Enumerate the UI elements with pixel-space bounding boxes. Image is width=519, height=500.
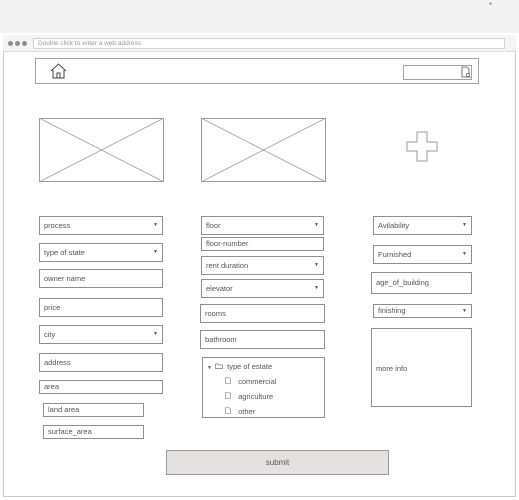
more-info-label: more info	[376, 364, 408, 373]
bathroom-input[interactable]: bathroom	[200, 330, 325, 349]
area-label: area	[44, 382, 60, 391]
rooms-label: rooms	[205, 309, 226, 318]
home-icon[interactable]	[49, 62, 68, 80]
elevator-select[interactable]: elevator ▼	[201, 279, 324, 298]
chevron-down-icon: ▼	[314, 222, 319, 228]
floor-label: floor	[206, 221, 221, 230]
window-dot-icon	[22, 41, 27, 46]
chevron-down-icon: ▼	[314, 285, 319, 291]
more-info-textarea[interactable]: more info	[371, 328, 472, 407]
furnished-label: Furnished	[378, 250, 412, 259]
availability-select[interactable]: Avilability ▼	[373, 216, 472, 235]
folder-icon	[215, 363, 223, 369]
top-right-mark: *	[489, 1, 493, 10]
availability-label: Avilability	[378, 221, 410, 230]
surface-area-label: surface_area	[48, 427, 92, 436]
process-select[interactable]: process ▼	[39, 216, 163, 235]
expand-chevron-icon[interactable]: ▼	[207, 365, 212, 371]
window-dot-icon	[8, 41, 13, 46]
tree-item-agriculture[interactable]: agriculture	[225, 392, 273, 401]
age-of-building-label: age_of_building	[376, 278, 429, 287]
tree-root-label: type of estate	[227, 362, 273, 371]
floor-select[interactable]: floor ▼	[201, 216, 324, 235]
chevron-down-icon: ▼	[314, 262, 319, 268]
land-area-label: land area	[48, 405, 80, 414]
rent-duration-label: rent duration	[206, 261, 249, 270]
rent-duration-select[interactable]: rent duration ▼	[201, 256, 324, 275]
price-label: price	[44, 303, 61, 312]
chevron-down-icon: ▼	[462, 251, 467, 257]
owner-name-input[interactable]: owner name	[39, 269, 163, 288]
submit-button[interactable]: submit	[166, 450, 389, 475]
window-top-bar	[0, 0, 519, 33]
city-label: city	[44, 330, 56, 339]
address-label: address	[44, 358, 71, 367]
chevron-down-icon: ▼	[153, 222, 158, 228]
tree-item-label: commercial	[238, 377, 277, 386]
floor-number-input[interactable]: floor-number	[201, 237, 324, 251]
owner-name-label: owner name	[44, 274, 86, 283]
bathroom-label: bathroom	[205, 335, 237, 344]
file-icon	[225, 377, 231, 384]
type-of-state-select[interactable]: type of state ▼	[39, 243, 163, 262]
image-placeholder-1[interactable]	[39, 118, 164, 182]
furnished-select[interactable]: Furnished ▼	[373, 245, 472, 264]
tree-item-commercial[interactable]: commercial	[225, 377, 276, 386]
tree-item-other[interactable]: other	[225, 407, 255, 416]
address-input[interactable]: address	[39, 353, 163, 372]
city-select[interactable]: city ▼	[39, 325, 163, 344]
file-icon	[225, 392, 231, 399]
address-bar[interactable]: Double click to enter a web address	[33, 38, 505, 49]
floor-number-label: floor-number	[206, 239, 249, 248]
finishing-select[interactable]: finishing ▼	[373, 304, 472, 318]
file-icon	[225, 407, 231, 414]
process-label: process	[44, 221, 71, 230]
tree-root-row[interactable]: ▼ type of estate	[207, 362, 272, 371]
tree-item-label: agriculture	[238, 392, 274, 401]
chevron-down-icon: ▼	[462, 308, 467, 314]
chevron-down-icon: ▼	[153, 249, 158, 255]
chevron-down-icon: ▼	[153, 331, 158, 337]
age-of-building-input[interactable]: age_of_building	[371, 272, 472, 294]
add-image-plus-icon[interactable]	[406, 131, 438, 162]
image-placeholder-2[interactable]	[201, 118, 326, 182]
finishing-label: finishing	[378, 306, 406, 315]
area-input[interactable]: area	[39, 380, 163, 394]
price-input[interactable]: price	[39, 298, 163, 317]
window-dot-icon	[15, 41, 20, 46]
type-of-state-label: type of state	[44, 248, 85, 257]
rooms-input[interactable]: rooms	[200, 304, 325, 323]
tree-item-label: other	[238, 407, 256, 416]
chevron-down-icon: ▼	[462, 222, 467, 228]
surface-area-input[interactable]: surface_area	[43, 425, 144, 439]
elevator-label: elevator	[206, 284, 233, 293]
search-icon[interactable]	[461, 66, 471, 79]
land-area-input[interactable]: land area	[43, 403, 144, 417]
